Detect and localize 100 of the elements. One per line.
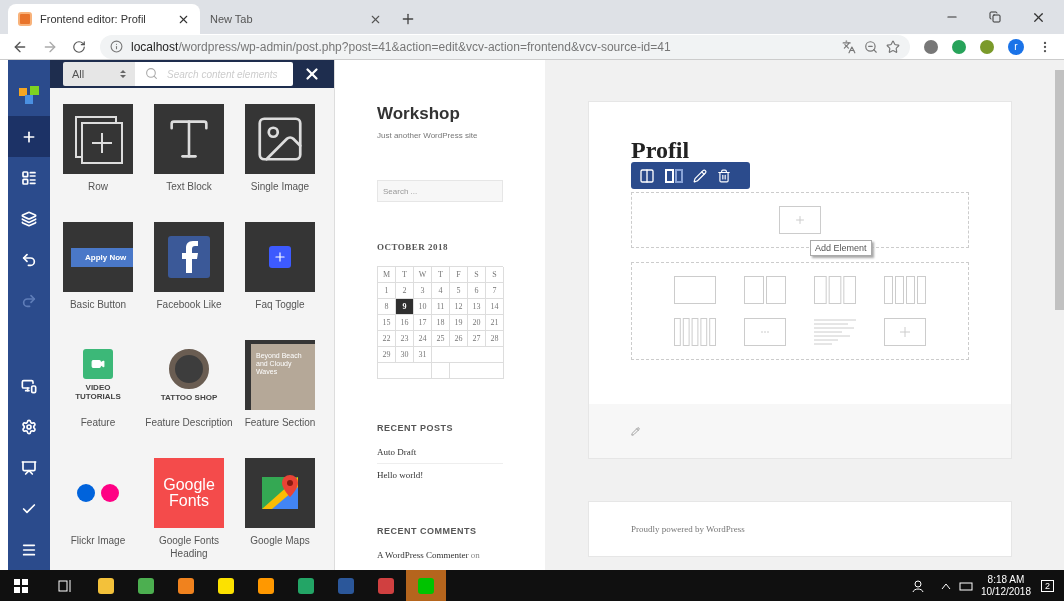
search-icon bbox=[145, 67, 158, 80]
calendar-day[interactable]: 19 bbox=[450, 315, 468, 331]
element-label[interactable]: Text Block bbox=[144, 180, 234, 193]
calendar-day[interactable]: 10 bbox=[414, 299, 432, 315]
extension-icon[interactable] bbox=[980, 39, 994, 54]
calendar-day[interactable]: 31 bbox=[414, 347, 432, 363]
app-icon bbox=[178, 577, 194, 594]
address-bar[interactable]: localhost/wordpress/wp-admin/post.php?post=41&action=edit&vcv-action=frontend&vcv-source-id=41 bbox=[100, 34, 910, 59]
extension-icon[interactable] bbox=[924, 39, 938, 54]
row-layout-icon[interactable] bbox=[665, 167, 683, 184]
element-label[interactable]: Feature bbox=[53, 416, 143, 429]
app-icon bbox=[98, 577, 114, 594]
footer-text: Proudly powered by WordPress bbox=[631, 524, 745, 534]
browser-tab[interactable]: New Tab bbox=[200, 4, 392, 34]
windows-start-icon[interactable] bbox=[14, 578, 28, 593]
favicon-icon bbox=[18, 12, 32, 26]
search-field[interactable]: Search ... bbox=[377, 180, 503, 202]
photo-placeholder bbox=[169, 348, 209, 389]
calendar-day[interactable]: 4 bbox=[432, 283, 450, 299]
scrollbar-thumb[interactable] bbox=[1055, 70, 1064, 310]
calendar-day[interactable]: 28 bbox=[486, 331, 504, 347]
reload-icon[interactable] bbox=[72, 39, 86, 54]
calendar-cell bbox=[450, 363, 504, 379]
calendar-day[interactable]: 22 bbox=[378, 331, 396, 347]
row-thumbnail bbox=[63, 104, 133, 174]
fonts-thumbnail: Google Fonts bbox=[154, 458, 224, 528]
weekday-label: W bbox=[414, 267, 432, 283]
weekday-label: M bbox=[378, 267, 396, 283]
close-button[interactable] bbox=[303, 65, 321, 83]
element-label[interactable]: Faq Toggle bbox=[235, 298, 325, 311]
site-tagline: Just another WordPress site bbox=[377, 131, 479, 140]
calendar-day[interactable]: 24 bbox=[414, 331, 432, 347]
delete-icon[interactable] bbox=[717, 168, 731, 183]
calendar-day[interactable]: 17 bbox=[414, 315, 432, 331]
calendar-day[interactable]: 21 bbox=[486, 315, 504, 331]
clock-date[interactable]: 10/12/2018 bbox=[980, 585, 1031, 598]
calendar-day[interactable]: 12 bbox=[450, 299, 468, 315]
element-label[interactable]: Google Maps bbox=[235, 534, 325, 547]
caret-up-icon[interactable] bbox=[940, 581, 951, 590]
zoom-out-icon[interactable] bbox=[864, 39, 878, 54]
people-icon[interactable] bbox=[910, 578, 925, 593]
profile-avatar[interactable]: r bbox=[1008, 38, 1024, 55]
add-element-tooltip: Add Element bbox=[810, 240, 872, 256]
element-label[interactable]: Single Image bbox=[235, 180, 325, 193]
select-arrows-icon bbox=[120, 69, 126, 79]
calendar-day[interactable]: 7 bbox=[486, 283, 504, 299]
element-label[interactable]: Basic Button bbox=[53, 298, 143, 311]
calendar-day[interactable]: 5 bbox=[450, 283, 468, 299]
calendar-day[interactable]: 11 bbox=[432, 299, 450, 315]
calendar-day[interactable]: 18 bbox=[432, 315, 450, 331]
calendar-day[interactable]: 3 bbox=[414, 283, 432, 299]
element-label[interactable]: Flickr Image bbox=[53, 534, 143, 547]
calendar-day[interactable]: 20 bbox=[468, 315, 486, 331]
calendar-day[interactable]: 26 bbox=[450, 331, 468, 347]
calendar-day[interactable]: 27 bbox=[468, 331, 486, 347]
new-tab-icon[interactable] bbox=[400, 11, 416, 27]
app-icon bbox=[418, 577, 434, 594]
calendar-day[interactable]: 16 bbox=[396, 315, 414, 331]
calendar-day[interactable]: 9 bbox=[396, 299, 414, 315]
element-label[interactable]: Row bbox=[53, 180, 143, 193]
calendar-day[interactable]: 29 bbox=[378, 347, 396, 363]
info-icon[interactable] bbox=[110, 40, 123, 53]
calendar-day[interactable]: 6 bbox=[468, 283, 486, 299]
element-label[interactable]: Facebook Like bbox=[144, 298, 234, 311]
page-title[interactable]: Profil bbox=[631, 138, 690, 162]
facebook-logo-icon bbox=[168, 236, 210, 278]
image-thumbnail bbox=[245, 104, 315, 174]
weekday-label: F bbox=[450, 267, 468, 283]
calendar-day[interactable]: 13 bbox=[468, 299, 486, 315]
app-icon bbox=[338, 577, 354, 594]
notification-count[interactable]: 2 bbox=[1041, 579, 1054, 592]
clock-time[interactable]: 8:18 AM bbox=[987, 573, 1025, 586]
calendar-day[interactable]: 25 bbox=[432, 331, 450, 347]
weekday-label: S bbox=[486, 267, 504, 283]
post-link[interactable]: Auto Draft bbox=[377, 441, 503, 464]
calendar-day[interactable]: 1 bbox=[378, 283, 396, 299]
site-title[interactable]: Workshop bbox=[377, 104, 545, 124]
element-label[interactable]: Google Fonts Heading bbox=[144, 534, 234, 560]
calendar-day[interactable]: 14 bbox=[486, 299, 504, 315]
weekday-label: T bbox=[432, 267, 450, 283]
category-select[interactable]: All bbox=[63, 62, 135, 86]
comment-entry[interactable]: A WordPress Commenter on bbox=[377, 544, 503, 566]
add-button[interactable] bbox=[8, 116, 50, 157]
calendar-cell bbox=[432, 347, 504, 363]
plus-icon bbox=[269, 246, 291, 268]
extension-icon[interactable] bbox=[952, 39, 966, 54]
element-label[interactable]: Feature Description bbox=[144, 416, 234, 429]
calendar-day[interactable]: 15 bbox=[378, 315, 396, 331]
translate-icon[interactable] bbox=[842, 39, 856, 54]
app-icon bbox=[378, 577, 394, 594]
calendar-day[interactable]: 30 bbox=[396, 347, 414, 363]
restore-icon[interactable] bbox=[989, 11, 1001, 23]
columns-icon[interactable] bbox=[639, 167, 655, 184]
task-view-icon[interactable] bbox=[58, 578, 72, 593]
browser-tab[interactable]: Frontend editor: Profil bbox=[8, 4, 200, 34]
calendar-day[interactable]: 23 bbox=[396, 331, 414, 347]
post-link[interactable]: Hello world! bbox=[377, 464, 503, 486]
network-icon[interactable] bbox=[958, 579, 973, 592]
star-icon[interactable] bbox=[886, 39, 900, 54]
element-label[interactable]: Feature Section bbox=[235, 416, 325, 429]
